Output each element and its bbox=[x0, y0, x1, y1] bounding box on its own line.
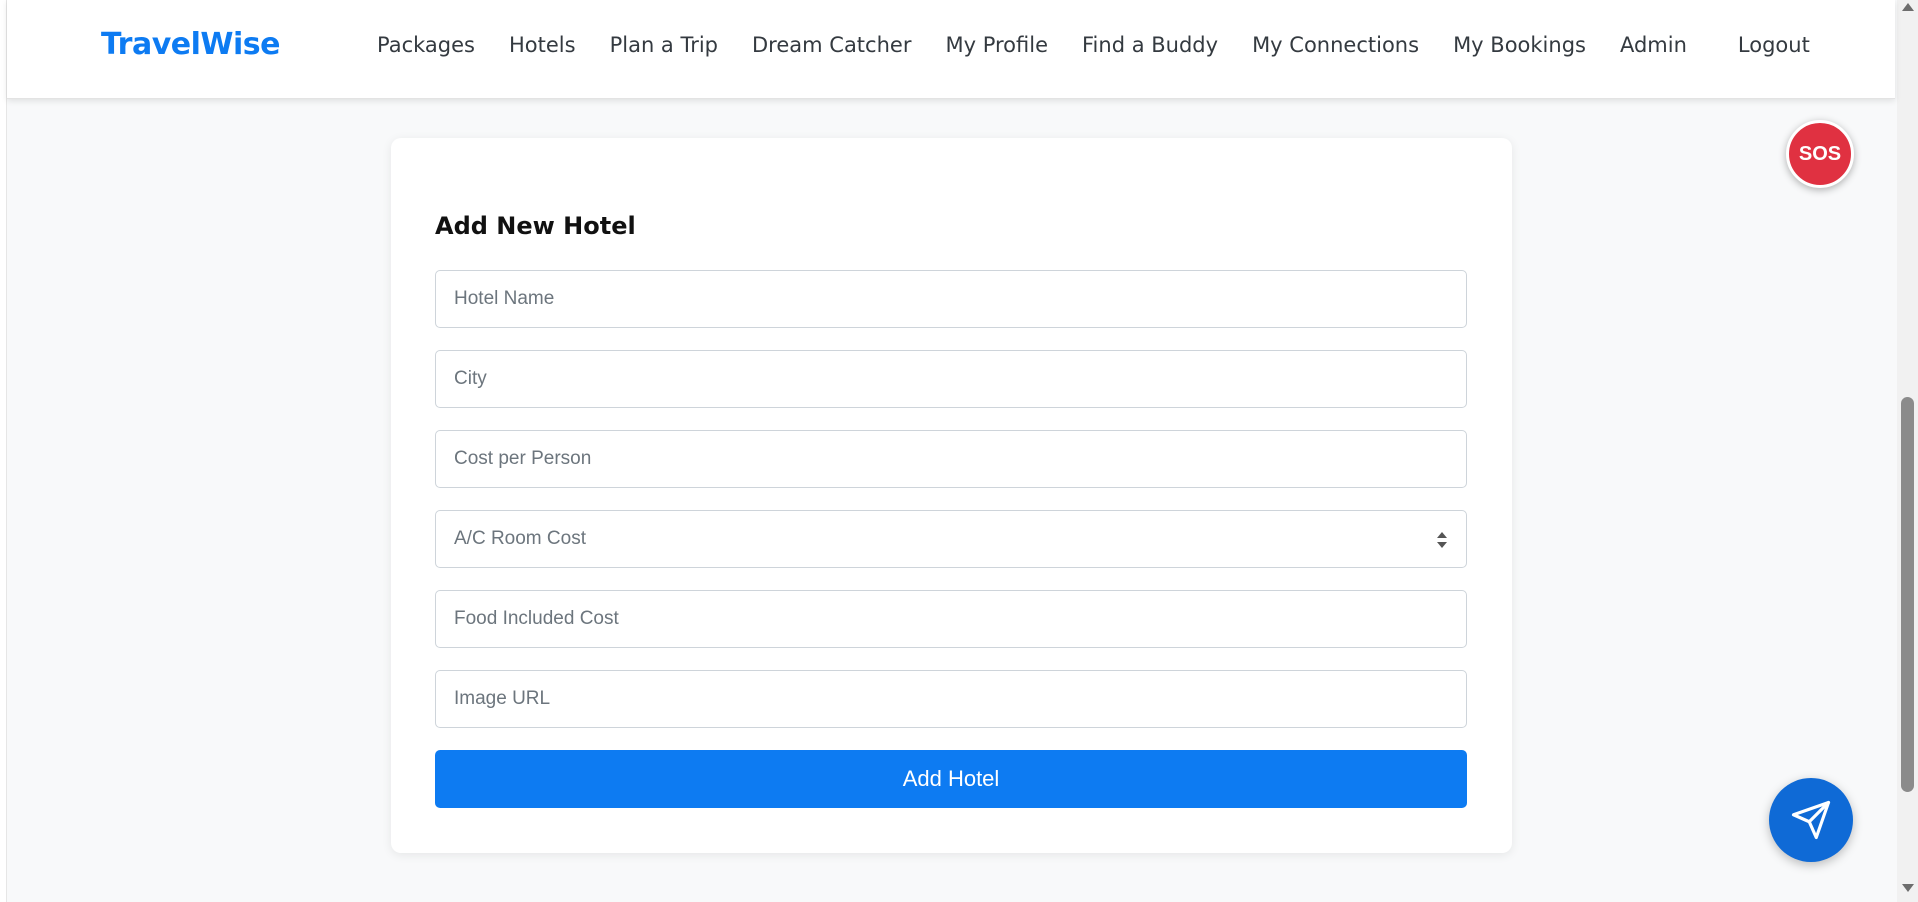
left-edge bbox=[0, 0, 7, 902]
nav-link-hotels[interactable]: Hotels bbox=[509, 33, 576, 57]
nav-link-logout[interactable]: Logout bbox=[1738, 33, 1810, 57]
city-input[interactable] bbox=[435, 350, 1467, 408]
hotel-name-input[interactable] bbox=[435, 270, 1467, 328]
nav-link-my-connections[interactable]: My Connections bbox=[1252, 33, 1419, 57]
scrollbar[interactable] bbox=[1897, 0, 1918, 902]
nav-link-admin[interactable]: Admin bbox=[1620, 33, 1687, 57]
ac-room-cost-select[interactable]: A/C Room Cost bbox=[435, 510, 1467, 568]
select-arrows-icon bbox=[1437, 532, 1447, 548]
nav-links: Packages Hotels Plan a Trip Dream Catche… bbox=[377, 33, 1810, 57]
page: TravelWise Packages Hotels Plan a Trip D… bbox=[0, 0, 1918, 902]
add-hotel-button[interactable]: Add Hotel bbox=[435, 750, 1467, 808]
scroll-up-arrow-icon[interactable] bbox=[1902, 3, 1914, 11]
nav-link-dream-catcher[interactable]: Dream Catcher bbox=[752, 33, 911, 57]
nav-link-find-a-buddy[interactable]: Find a Buddy bbox=[1082, 33, 1218, 57]
image-url-input[interactable] bbox=[435, 670, 1467, 728]
nav-link-plan-a-trip[interactable]: Plan a Trip bbox=[610, 33, 718, 57]
scroll-down-arrow-icon[interactable] bbox=[1902, 884, 1914, 892]
navbar: TravelWise Packages Hotels Plan a Trip D… bbox=[7, 0, 1895, 99]
nav-link-packages[interactable]: Packages bbox=[377, 33, 475, 57]
form-title: Add New Hotel bbox=[435, 212, 636, 240]
scroll-thumb[interactable] bbox=[1901, 397, 1914, 792]
cost-per-person-input[interactable] bbox=[435, 430, 1467, 488]
brand-logo[interactable]: TravelWise bbox=[101, 27, 280, 62]
sos-button[interactable]: SOS bbox=[1786, 120, 1854, 188]
nav-link-my-profile[interactable]: My Profile bbox=[945, 33, 1048, 57]
nav-link-my-bookings[interactable]: My Bookings bbox=[1453, 33, 1586, 57]
send-icon bbox=[1791, 800, 1831, 840]
send-fab-button[interactable] bbox=[1769, 778, 1853, 862]
add-hotel-card: Add New Hotel A/C Room Cost Add Hotel bbox=[391, 138, 1512, 853]
ac-room-cost-selected: A/C Room Cost bbox=[454, 528, 586, 549]
food-included-cost-input[interactable] bbox=[435, 590, 1467, 648]
